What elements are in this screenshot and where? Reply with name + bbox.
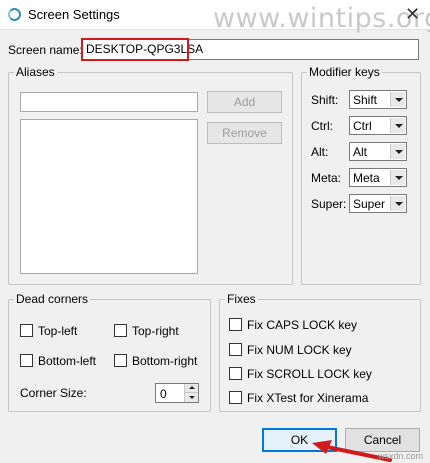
super-select[interactable]: Super <box>349 194 407 213</box>
bottom-left-checkbox[interactable] <box>20 354 33 367</box>
modifier-keys-title: Modifier keys <box>307 65 382 79</box>
super-label: Super: <box>311 197 347 211</box>
chevron-down-icon <box>390 92 405 107</box>
alt-label: Alt: <box>311 145 329 159</box>
shift-select[interactable]: Shift <box>349 90 407 109</box>
fix-num-lock-checkbox[interactable] <box>229 343 242 356</box>
chevron-down-icon <box>390 170 405 185</box>
screen-name-label: Screen name: <box>8 43 83 57</box>
super-select-value: Super <box>353 197 386 211</box>
meta-select[interactable]: Meta <box>349 168 407 187</box>
spin-up-icon[interactable] <box>184 384 198 393</box>
add-alias-button[interactable]: Add <box>207 91 282 113</box>
spin-down-icon[interactable] <box>184 393 198 402</box>
shift-select-value: Shift <box>353 93 378 107</box>
watermark: www.wintips.org <box>213 3 430 34</box>
corner-size-value: 0 <box>160 387 167 401</box>
corner-size-stepper[interactable]: 0 <box>155 383 199 403</box>
ctrl-label: Ctrl: <box>311 119 333 133</box>
screen-name-input[interactable]: DESKTOP-QPG3LSA <box>82 39 419 60</box>
shift-label: Shift: <box>311 93 339 107</box>
top-left-label: Top-left <box>38 324 78 338</box>
ctrl-select-value: Ctrl <box>353 119 372 133</box>
top-right-checkbox[interactable] <box>114 324 127 337</box>
fix-caps-lock-label: Fix CAPS LOCK key <box>247 318 358 332</box>
chevron-down-icon <box>390 118 405 133</box>
fix-caps-lock-checkbox[interactable] <box>229 318 242 331</box>
fix-num-lock-label: Fix NUM LOCK key <box>247 343 352 357</box>
alias-input[interactable] <box>20 92 198 112</box>
aliases-list[interactable] <box>20 119 198 274</box>
alt-select[interactable]: Alt <box>349 142 407 161</box>
top-left-checkbox[interactable] <box>20 324 33 337</box>
bottom-left-label: Bottom-left <box>38 354 97 368</box>
alt-select-value: Alt <box>353 145 368 159</box>
fixes-title: Fixes <box>225 292 258 306</box>
meta-label: Meta: <box>311 171 342 185</box>
site-tag: wsxdn.com <box>378 451 424 461</box>
bottom-right-label: Bottom-right <box>132 354 198 368</box>
aliases-title: Aliases <box>14 65 57 79</box>
top-right-label: Top-right <box>132 324 179 338</box>
window-title: Screen Settings <box>28 7 120 22</box>
chevron-down-icon <box>390 144 405 159</box>
ctrl-select[interactable]: Ctrl <box>349 116 407 135</box>
chevron-down-icon <box>390 196 405 211</box>
app-icon <box>8 8 21 21</box>
bottom-right-checkbox[interactable] <box>114 354 127 367</box>
close-icon[interactable]: ✕ <box>405 3 420 25</box>
remove-alias-button[interactable]: Remove <box>207 122 282 144</box>
fix-scroll-lock-checkbox[interactable] <box>229 367 242 380</box>
fix-scroll-lock-label: Fix SCROLL LOCK key <box>247 367 372 381</box>
fix-xtest-checkbox[interactable] <box>229 391 242 404</box>
corner-size-label: Corner Size: <box>20 386 87 400</box>
meta-select-value: Meta <box>353 171 380 185</box>
dead-corners-title: Dead corners <box>14 292 91 306</box>
fix-xtest-label: Fix XTest for Xinerama <box>247 391 369 405</box>
